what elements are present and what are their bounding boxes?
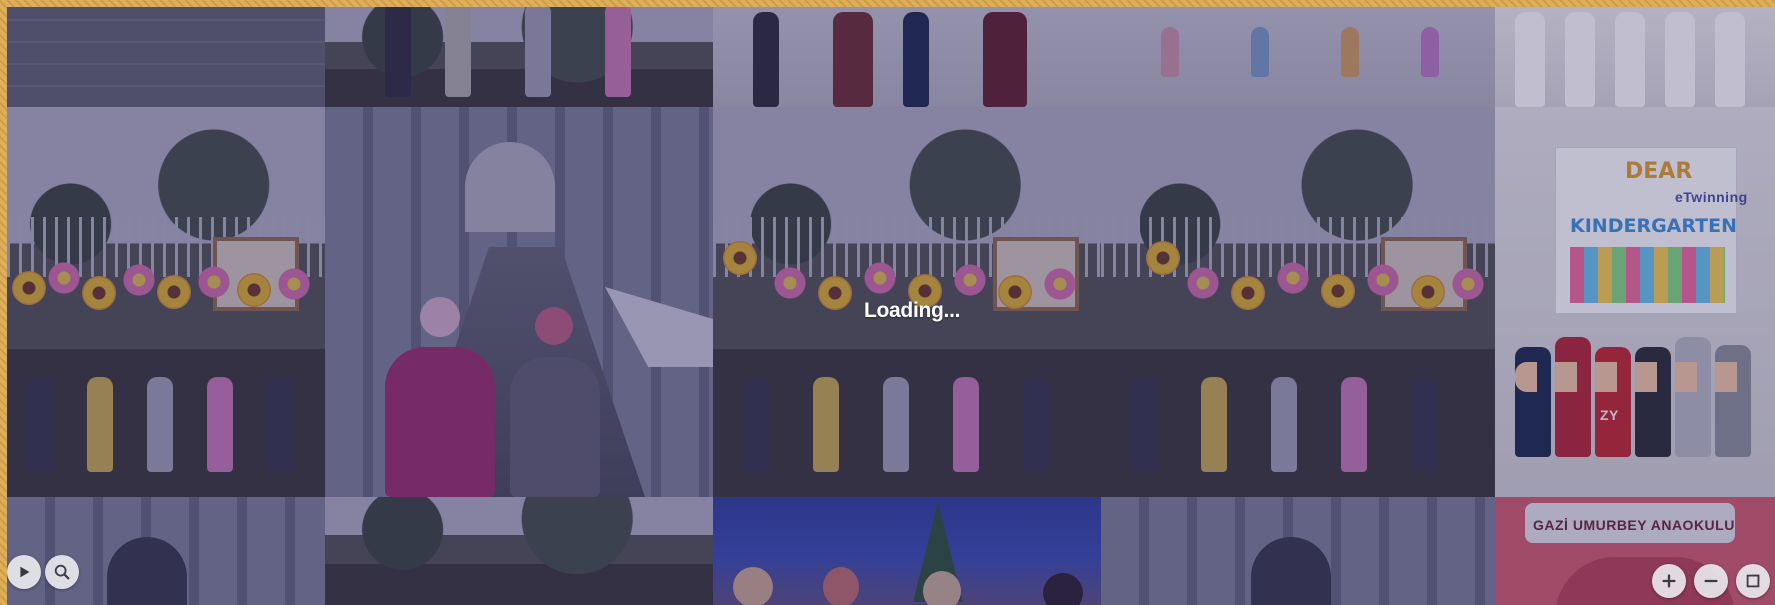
photo-tile-poster[interactable]: DEAR eTwinning KINDERGARTEN ZY xyxy=(1495,107,1775,497)
play-icon xyxy=(20,566,30,578)
photo-tile[interactable] xyxy=(1101,497,1495,605)
photo-tile[interactable] xyxy=(7,107,325,497)
photo-tile[interactable] xyxy=(325,7,713,107)
loading-indicator: Loading... xyxy=(864,299,961,322)
photo-tile[interactable] xyxy=(325,107,713,497)
photo-tile[interactable] xyxy=(713,497,1101,605)
photo-tile[interactable] xyxy=(7,7,325,107)
zoom-out-button[interactable] xyxy=(1694,564,1728,598)
photo-tile-school-banner[interactable]: GAZİ UMURBEY ANAOKULU xyxy=(1495,497,1775,605)
photo-tile[interactable] xyxy=(713,7,1101,107)
photo-tile[interactable] xyxy=(1495,7,1775,107)
zoom-in-button[interactable] xyxy=(1652,564,1686,598)
search-icon xyxy=(54,564,70,580)
play-button[interactable] xyxy=(7,555,41,589)
photo-tile[interactable] xyxy=(325,497,713,605)
photo-tile[interactable] xyxy=(7,497,325,605)
search-button[interactable] xyxy=(45,555,79,589)
fullscreen-icon xyxy=(1746,574,1760,588)
plus-icon xyxy=(1662,574,1676,588)
minus-icon xyxy=(1704,579,1718,583)
photo-mosaic[interactable]: DEAR eTwinning KINDERGARTEN ZY GAZİ UMUR… xyxy=(7,7,1775,605)
fullscreen-button[interactable] xyxy=(1736,564,1770,598)
photo-tile[interactable] xyxy=(1101,107,1495,497)
photo-tile[interactable] xyxy=(1101,7,1495,107)
